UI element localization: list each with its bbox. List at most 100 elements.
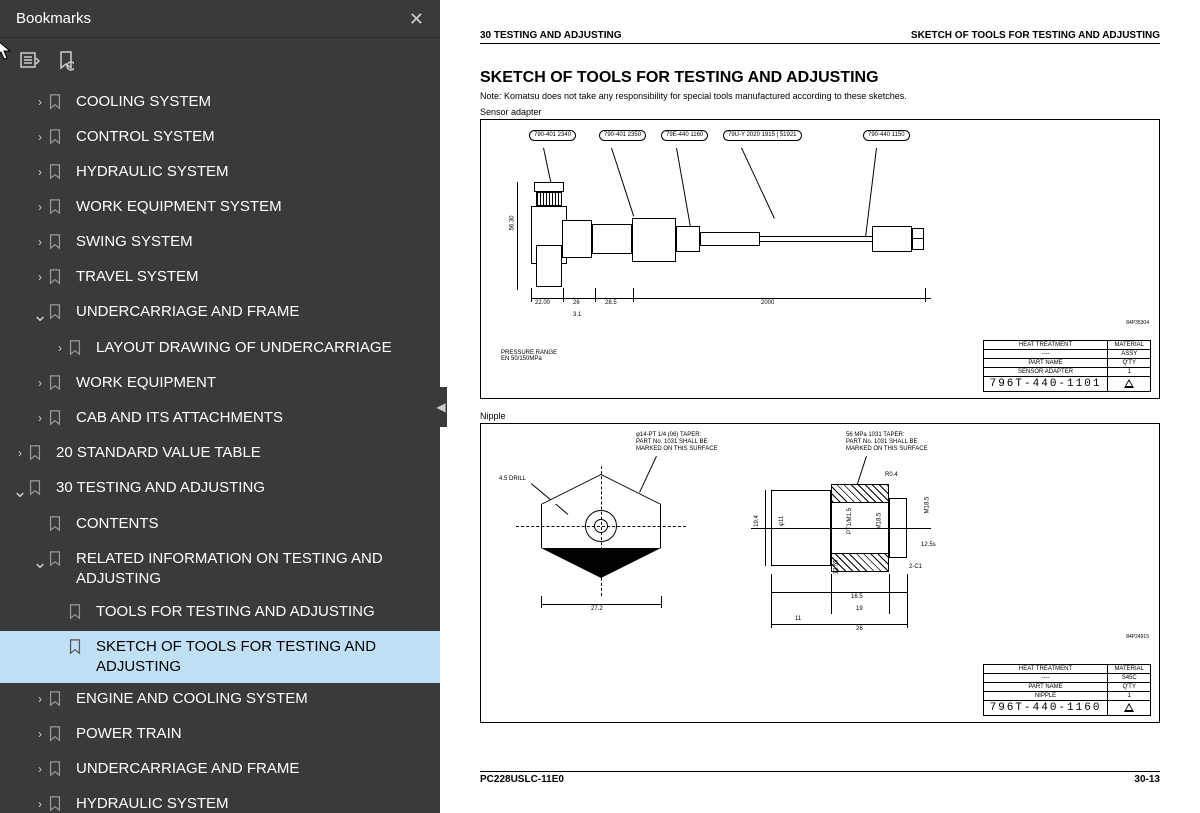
- figure1-box: 790-401 2340 790-401 2350 79E-440 1160 7…: [480, 119, 1160, 399]
- bookmark-label: CONTENTS: [76, 514, 167, 534]
- footer-right: 30-13: [1134, 774, 1160, 785]
- chevron-down-icon[interactable]: ⌄: [12, 481, 28, 502]
- bookmark-tree[interactable]: ›COOLING SYSTEM›CONTROL SYSTEM›HYDRAULIC…: [0, 82, 440, 813]
- bookmark-icon: [68, 604, 86, 625]
- chevron-right-icon[interactable]: ›: [32, 165, 48, 179]
- chevron-right-icon[interactable]: ›: [32, 727, 48, 741]
- drawing-ref: 84P24915: [1126, 634, 1149, 640]
- bookmark-label: UNDERCARRIAGE AND FRAME: [76, 302, 307, 322]
- chevron-down-icon[interactable]: ⌄: [32, 305, 48, 326]
- bookmark-item[interactable]: › COOLING SYSTEM: [0, 86, 440, 121]
- bookmark-icon: [48, 726, 66, 747]
- dim: M18.5: [924, 497, 930, 514]
- chevron-right-icon[interactable]: ›: [32, 235, 48, 249]
- bookmark-label: HYDRAULIC SYSTEM: [76, 162, 237, 182]
- bookmark-item[interactable]: › POWER TRAIN: [0, 718, 440, 753]
- dim: 4.5 DRILL: [499, 476, 526, 482]
- dim: 22.00: [535, 300, 550, 306]
- bookmark-label: WORK EQUIPMENT: [76, 373, 224, 393]
- dim: 28.5: [605, 300, 617, 306]
- bookmark-icon: [48, 761, 66, 782]
- page-footer: PC228USLC-11E0 30-13: [480, 771, 1160, 785]
- dim: 19.4: [754, 515, 760, 527]
- page-title: SKETCH OF TOOLS FOR TESTING AND ADJUSTIN…: [480, 69, 1160, 87]
- bookmark-item[interactable]: › LAYOUT DRAWING OF UNDERCARRIAGE: [0, 332, 440, 367]
- callout: 79E-440 1160: [661, 130, 708, 141]
- bookmark-label: COOLING SYSTEM: [76, 92, 219, 112]
- bookmark-label: LAYOUT DRAWING OF UNDERCARRIAGE: [96, 338, 400, 358]
- chevron-right-icon[interactable]: ›: [12, 446, 28, 460]
- bookmark-item[interactable]: › HYDRAULIC SYSTEM: [0, 156, 440, 191]
- bookmark-item[interactable]: › UNDERCARRIAGE AND FRAME: [0, 753, 440, 788]
- bookmark-icon: [48, 691, 66, 712]
- bookmarks-sidebar: Bookmarks ✕ ›COOLING SYSTEM›CONTROL SYST…: [0, 0, 440, 813]
- page-note: Note: Komatsu does not take any responsi…: [480, 91, 1160, 101]
- bookmark-item[interactable]: ⌄ RELATED INFORMATION ON TESTING AND ADJU…: [0, 543, 440, 596]
- bookmark-item[interactable]: › WORK EQUIPMENT: [0, 367, 440, 402]
- bookmark-label: SWING SYSTEM: [76, 232, 201, 252]
- bookmark-item[interactable]: CONTENTS: [0, 508, 440, 543]
- dim: φ11: [779, 516, 785, 526]
- bookmark-item[interactable]: ›ENGINE AND COOLING SYSTEM: [0, 683, 440, 718]
- bookmark-item[interactable]: ›TRAVEL SYSTEM: [0, 261, 440, 296]
- chevron-right-icon[interactable]: ›: [32, 692, 48, 706]
- bookmark-item[interactable]: TOOLS FOR TESTING AND ADJUSTING: [0, 596, 440, 631]
- dim: 16.5: [851, 594, 863, 600]
- bookmark-item[interactable]: › CAB AND ITS ATTACHMENTS: [0, 402, 440, 437]
- surface-note: 56 MPa 1031 TAPER: PART No. 1031 SHALL B…: [846, 432, 928, 454]
- bookmark-ribbon-icon[interactable]: [58, 51, 74, 74]
- bookmark-icon: [48, 304, 66, 325]
- bookmark-item[interactable]: ›CONTROL SYSTEM: [0, 121, 440, 156]
- options-icon[interactable]: [20, 52, 40, 73]
- chevron-right-icon[interactable]: ›: [32, 200, 48, 214]
- bookmark-item[interactable]: ⌄ UNDERCARRIAGE AND FRAME: [0, 296, 440, 332]
- chevron-right-icon[interactable]: ›: [32, 95, 48, 109]
- dim: 2000: [761, 300, 774, 306]
- bookmark-item[interactable]: ⌄ 30 TESTING AND ADJUSTING: [0, 472, 440, 508]
- bookmark-icon: [48, 796, 66, 813]
- chevron-down-icon[interactable]: ⌄: [32, 552, 48, 573]
- bookmark-label: TOOLS FOR TESTING AND ADJUSTING: [96, 602, 383, 622]
- chevron-right-icon[interactable]: ›: [32, 270, 48, 284]
- bookmark-icon: [28, 445, 46, 466]
- sidebar-toolbar: [0, 38, 440, 82]
- chevron-right-icon[interactable]: ›: [32, 376, 48, 390]
- bookmark-item[interactable]: ›HYDRAULIC SYSTEM: [0, 788, 440, 813]
- bookmark-icon: [48, 516, 66, 537]
- footer-left: PC228USLC-11E0: [480, 774, 564, 785]
- chevron-right-icon[interactable]: ›: [32, 762, 48, 776]
- bookmark-icon: [28, 480, 46, 501]
- callout: 79U-Y 2020 1915 | 51921: [723, 130, 802, 141]
- sidebar-collapse-handle[interactable]: ◀: [435, 387, 447, 427]
- chevron-right-icon[interactable]: ›: [52, 341, 68, 355]
- dim: 2-C1: [909, 564, 922, 570]
- pressure-note: PRESSURE RANGE EN 50/150MPa: [501, 350, 557, 362]
- bookmark-label: 30 TESTING AND ADJUSTING: [56, 478, 273, 498]
- dim: 26: [573, 300, 580, 306]
- dim: PT1/M1.5: [847, 508, 853, 534]
- chevron-right-icon[interactable]: ›: [32, 411, 48, 425]
- chevron-right-icon[interactable]: ›: [32, 130, 48, 144]
- header-right: SKETCH OF TOOLS FOR TESTING AND ADJUSTIN…: [911, 30, 1160, 41]
- bookmark-icon: [68, 340, 86, 361]
- callout: 790-401 2340: [529, 130, 576, 141]
- bookmark-icon: [48, 129, 66, 150]
- document-viewport[interactable]: 30 TESTING AND ADJUSTING SKETCH OF TOOLS…: [440, 0, 1200, 813]
- dim: 26: [856, 626, 863, 632]
- bookmark-item[interactable]: SKETCH OF TOOLS FOR TESTING AND ADJUSTIN…: [0, 631, 440, 684]
- bookmark-item[interactable]: ›WORK EQUIPMENT SYSTEM: [0, 191, 440, 226]
- chevron-right-icon[interactable]: ›: [32, 797, 48, 811]
- bookmark-item[interactable]: ›20 STANDARD VALUE TABLE: [0, 437, 440, 472]
- bookmark-item[interactable]: › SWING SYSTEM: [0, 226, 440, 261]
- bookmark-label: UNDERCARRIAGE AND FRAME: [76, 759, 307, 779]
- bookmark-label: POWER TRAIN: [76, 724, 190, 744]
- bookmark-icon: [48, 164, 66, 185]
- bookmark-icon: [48, 199, 66, 220]
- dim: M18.5: [876, 513, 882, 530]
- bookmark-label: CAB AND ITS ATTACHMENTS: [76, 408, 291, 428]
- bookmark-label: RELATED INFORMATION ON TESTING AND ADJUS…: [76, 549, 430, 590]
- bookmark-label: SKETCH OF TOOLS FOR TESTING AND ADJUSTIN…: [96, 637, 430, 678]
- dim: 11: [795, 616, 801, 622]
- figure2-label: Nipple: [480, 411, 1160, 421]
- close-icon[interactable]: ✕: [409, 10, 424, 28]
